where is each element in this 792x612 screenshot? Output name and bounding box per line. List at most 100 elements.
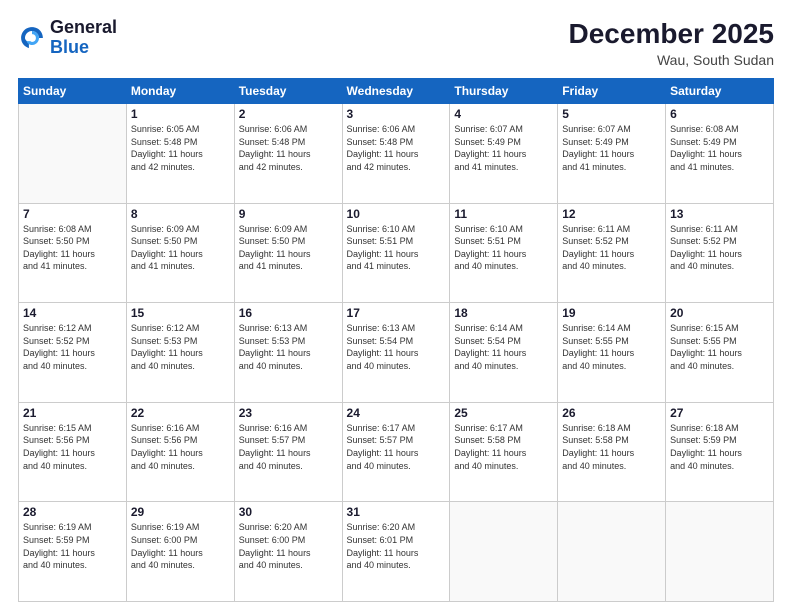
calendar-cell: 25Sunrise: 6:17 AMSunset: 5:58 PMDayligh… xyxy=(450,402,558,502)
calendar-cell: 1Sunrise: 6:05 AMSunset: 5:48 PMDaylight… xyxy=(126,104,234,204)
calendar-cell xyxy=(666,502,774,602)
col-saturday: Saturday xyxy=(666,79,774,104)
page: General Blue December 2025 Wau, South Su… xyxy=(0,0,792,612)
day-info: Sunrise: 6:11 AMSunset: 5:52 PMDaylight:… xyxy=(670,223,769,273)
day-info-line: Sunset: 5:54 PM xyxy=(347,335,446,348)
day-info-line: and 41 minutes. xyxy=(23,260,122,273)
day-info-line: and 40 minutes. xyxy=(347,460,446,473)
calendar-cell: 14Sunrise: 6:12 AMSunset: 5:52 PMDayligh… xyxy=(19,303,127,403)
day-info: Sunrise: 6:09 AMSunset: 5:50 PMDaylight:… xyxy=(131,223,230,273)
day-info: Sunrise: 6:17 AMSunset: 5:57 PMDaylight:… xyxy=(347,422,446,472)
day-number: 9 xyxy=(239,207,338,221)
day-number: 12 xyxy=(562,207,661,221)
day-info: Sunrise: 6:15 AMSunset: 5:55 PMDaylight:… xyxy=(670,322,769,372)
day-info-line: Sunset: 5:59 PM xyxy=(670,434,769,447)
day-info-line: Sunrise: 6:06 AM xyxy=(239,123,338,136)
calendar-cell: 16Sunrise: 6:13 AMSunset: 5:53 PMDayligh… xyxy=(234,303,342,403)
day-info-line: Sunset: 5:51 PM xyxy=(454,235,553,248)
day-info-line: Sunrise: 6:10 AM xyxy=(347,223,446,236)
day-info-line: Sunrise: 6:08 AM xyxy=(23,223,122,236)
day-info-line: and 40 minutes. xyxy=(562,460,661,473)
day-info-line: and 40 minutes. xyxy=(239,559,338,572)
day-info-line: Daylight: 11 hours xyxy=(239,347,338,360)
day-info-line: Sunset: 5:56 PM xyxy=(131,434,230,447)
calendar-cell: 19Sunrise: 6:14 AMSunset: 5:55 PMDayligh… xyxy=(558,303,666,403)
col-monday: Monday xyxy=(126,79,234,104)
calendar-cell: 31Sunrise: 6:20 AMSunset: 6:01 PMDayligh… xyxy=(342,502,450,602)
day-info-line: Daylight: 11 hours xyxy=(239,248,338,261)
day-info-line: Sunrise: 6:05 AM xyxy=(131,123,230,136)
day-info-line: Daylight: 11 hours xyxy=(347,547,446,560)
day-number: 7 xyxy=(23,207,122,221)
logo: General Blue xyxy=(18,18,117,58)
day-info-line: Sunset: 5:56 PM xyxy=(23,434,122,447)
day-info-line: Sunset: 5:58 PM xyxy=(562,434,661,447)
day-number: 16 xyxy=(239,306,338,320)
day-info: Sunrise: 6:12 AMSunset: 5:53 PMDaylight:… xyxy=(131,322,230,372)
day-number: 27 xyxy=(670,406,769,420)
calendar-cell: 13Sunrise: 6:11 AMSunset: 5:52 PMDayligh… xyxy=(666,203,774,303)
day-number: 21 xyxy=(23,406,122,420)
calendar-cell: 27Sunrise: 6:18 AMSunset: 5:59 PMDayligh… xyxy=(666,402,774,502)
day-number: 5 xyxy=(562,107,661,121)
day-info-line: Daylight: 11 hours xyxy=(562,148,661,161)
calendar-cell: 22Sunrise: 6:16 AMSunset: 5:56 PMDayligh… xyxy=(126,402,234,502)
day-number: 4 xyxy=(454,107,553,121)
calendar-cell: 26Sunrise: 6:18 AMSunset: 5:58 PMDayligh… xyxy=(558,402,666,502)
day-info-line: Sunrise: 6:16 AM xyxy=(131,422,230,435)
day-info-line: Sunset: 5:52 PM xyxy=(562,235,661,248)
day-info: Sunrise: 6:11 AMSunset: 5:52 PMDaylight:… xyxy=(562,223,661,273)
day-info-line: Sunset: 5:57 PM xyxy=(347,434,446,447)
day-info-line: Sunrise: 6:18 AM xyxy=(562,422,661,435)
day-info-line: Sunset: 5:49 PM xyxy=(670,136,769,149)
day-info-line: Sunrise: 6:11 AM xyxy=(562,223,661,236)
day-number: 23 xyxy=(239,406,338,420)
day-info-line: and 40 minutes. xyxy=(23,460,122,473)
day-info-line: Daylight: 11 hours xyxy=(239,547,338,560)
day-number: 10 xyxy=(347,207,446,221)
day-info-line: Sunset: 6:00 PM xyxy=(131,534,230,547)
day-info-line: Sunrise: 6:14 AM xyxy=(562,322,661,335)
day-info-line: and 41 minutes. xyxy=(131,260,230,273)
day-info-line: and 40 minutes. xyxy=(23,360,122,373)
calendar-cell xyxy=(19,104,127,204)
day-info-line: and 40 minutes. xyxy=(239,360,338,373)
month-year: December 2025 xyxy=(569,18,774,50)
calendar-cell: 29Sunrise: 6:19 AMSunset: 6:00 PMDayligh… xyxy=(126,502,234,602)
day-info-line: Sunrise: 6:19 AM xyxy=(23,521,122,534)
day-number: 2 xyxy=(239,107,338,121)
day-info-line: Daylight: 11 hours xyxy=(23,347,122,360)
calendar-cell: 9Sunrise: 6:09 AMSunset: 5:50 PMDaylight… xyxy=(234,203,342,303)
day-info: Sunrise: 6:18 AMSunset: 5:58 PMDaylight:… xyxy=(562,422,661,472)
day-number: 31 xyxy=(347,505,446,519)
day-info-line: Sunset: 5:55 PM xyxy=(562,335,661,348)
day-info-line: Sunrise: 6:12 AM xyxy=(131,322,230,335)
day-info-line: Daylight: 11 hours xyxy=(347,447,446,460)
day-info: Sunrise: 6:08 AMSunset: 5:50 PMDaylight:… xyxy=(23,223,122,273)
calendar-cell: 5 Sunrise: 6:07 AMSunset: 5:49 PMDaylight… xyxy=(558,104,666,204)
day-info-line: Sunset: 5:48 PM xyxy=(239,136,338,149)
day-info-line: Sunrise: 6:07 AM xyxy=(562,123,661,136)
day-number: 25 xyxy=(454,406,553,420)
day-number: 28 xyxy=(23,505,122,519)
day-info-line: Sunrise: 6:15 AM xyxy=(23,422,122,435)
day-info-line: Daylight: 11 hours xyxy=(131,248,230,261)
day-info-line: Sunrise: 6:18 AM xyxy=(670,422,769,435)
calendar-cell: 30Sunrise: 6:20 AMSunset: 6:00 PMDayligh… xyxy=(234,502,342,602)
day-info-line: Sunset: 5:57 PM xyxy=(239,434,338,447)
day-info-line: Sunrise: 6:07 AM xyxy=(454,123,553,136)
day-info-line: Sunset: 5:49 PM xyxy=(562,136,661,149)
day-info-line: Sunrise: 6:09 AM xyxy=(239,223,338,236)
calendar-cell: 8Sunrise: 6:09 AMSunset: 5:50 PMDaylight… xyxy=(126,203,234,303)
day-info: Sunrise: 6:10 AMSunset: 5:51 PMDaylight:… xyxy=(347,223,446,273)
day-info-line: and 40 minutes. xyxy=(670,360,769,373)
day-info-line: Sunrise: 6:13 AM xyxy=(347,322,446,335)
day-number: 20 xyxy=(670,306,769,320)
day-info: Sunrise: 6:16 AMSunset: 5:56 PMDaylight:… xyxy=(131,422,230,472)
col-friday: Friday xyxy=(558,79,666,104)
day-number: 18 xyxy=(454,306,553,320)
day-info: Sunrise: 6:19 AMSunset: 6:00 PMDaylight:… xyxy=(131,521,230,571)
col-wednesday: Wednesday xyxy=(342,79,450,104)
day-number: 24 xyxy=(347,406,446,420)
day-number: 6 xyxy=(670,107,769,121)
